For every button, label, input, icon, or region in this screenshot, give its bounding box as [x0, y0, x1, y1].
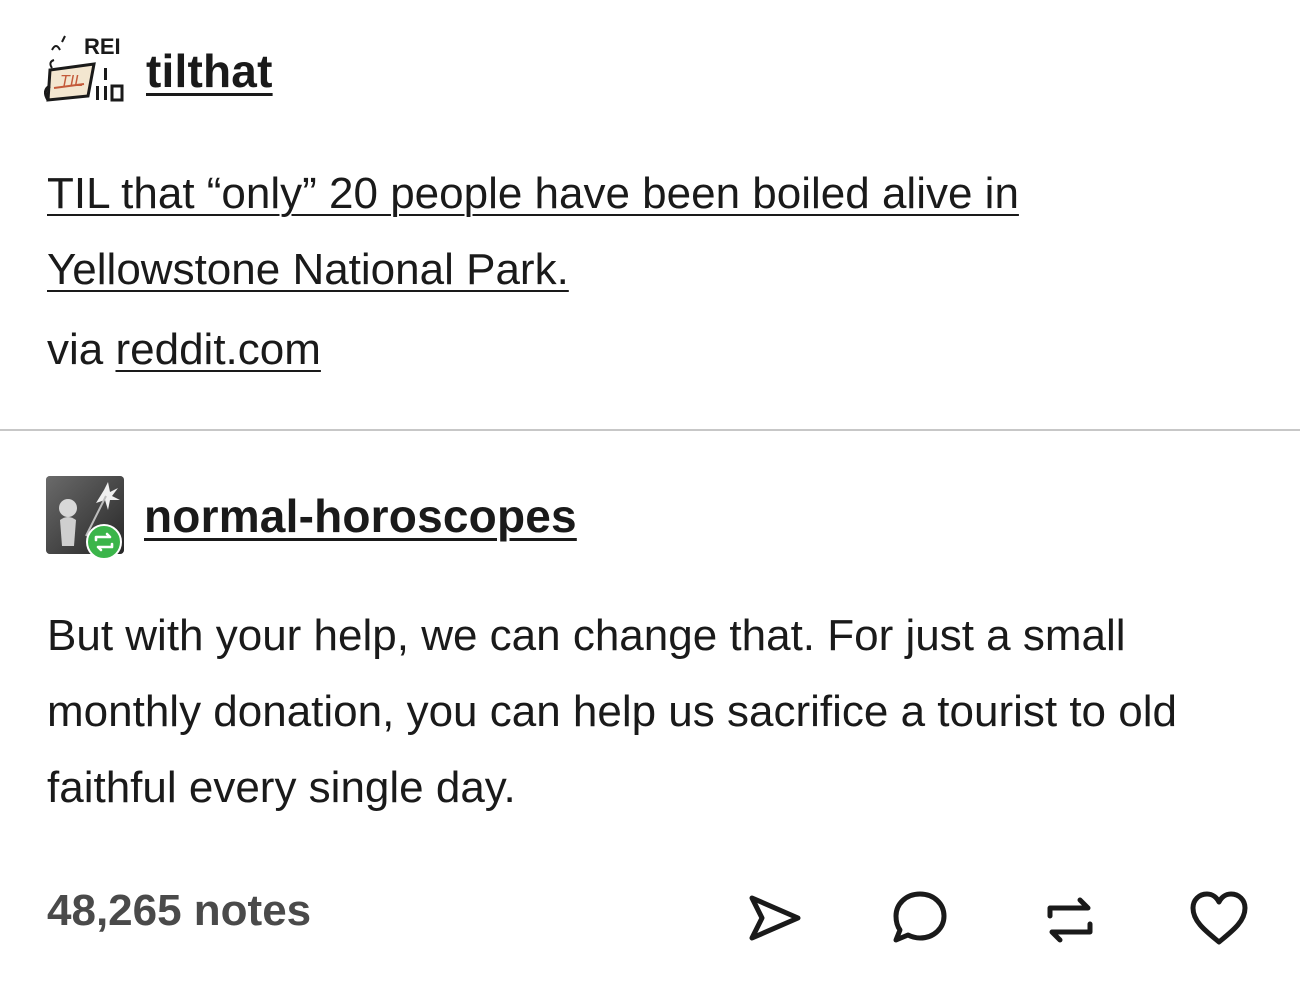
avatar-top-text: REI — [84, 34, 121, 59]
tilthat-avatar[interactable]: TIL REI — [43, 30, 132, 112]
post1-title-link[interactable]: TIL that “only” 20 people have been boil… — [47, 169, 1019, 294]
post2-header: normal-horoscopes — [46, 476, 577, 560]
via-label: via — [47, 325, 104, 374]
normal-horoscopes-avatar[interactable] — [46, 476, 126, 560]
reblog-button[interactable] — [1038, 888, 1102, 952]
heart-icon — [1190, 891, 1248, 945]
share-icon — [749, 895, 801, 941]
reddit-source-link[interactable]: reddit.com — [115, 325, 320, 374]
normal-horoscopes-blog-link[interactable]: normal-horoscopes — [144, 489, 577, 543]
til-badge-text: TIL — [60, 73, 83, 90]
post1-source: via reddit.com — [47, 320, 321, 380]
reply-icon — [893, 891, 947, 943]
tilthat-blog-link[interactable]: tilthat — [146, 44, 273, 98]
post-actions — [0, 888, 1300, 958]
like-button[interactable] — [1187, 888, 1251, 952]
post1-header: TIL REI tilthat — [43, 30, 273, 112]
post1-title: TIL that “only” 20 people have been boil… — [47, 156, 1247, 308]
reply-button[interactable] — [888, 888, 952, 952]
post-divider — [0, 429, 1300, 431]
post2-body: But with your help, we can change that. … — [47, 611, 1177, 812]
share-button[interactable] — [742, 888, 806, 952]
reblog-badge-icon — [86, 524, 122, 560]
til-reddit-avatar-icon: TIL REI — [43, 34, 124, 102]
reblog-icon — [1047, 897, 1093, 943]
